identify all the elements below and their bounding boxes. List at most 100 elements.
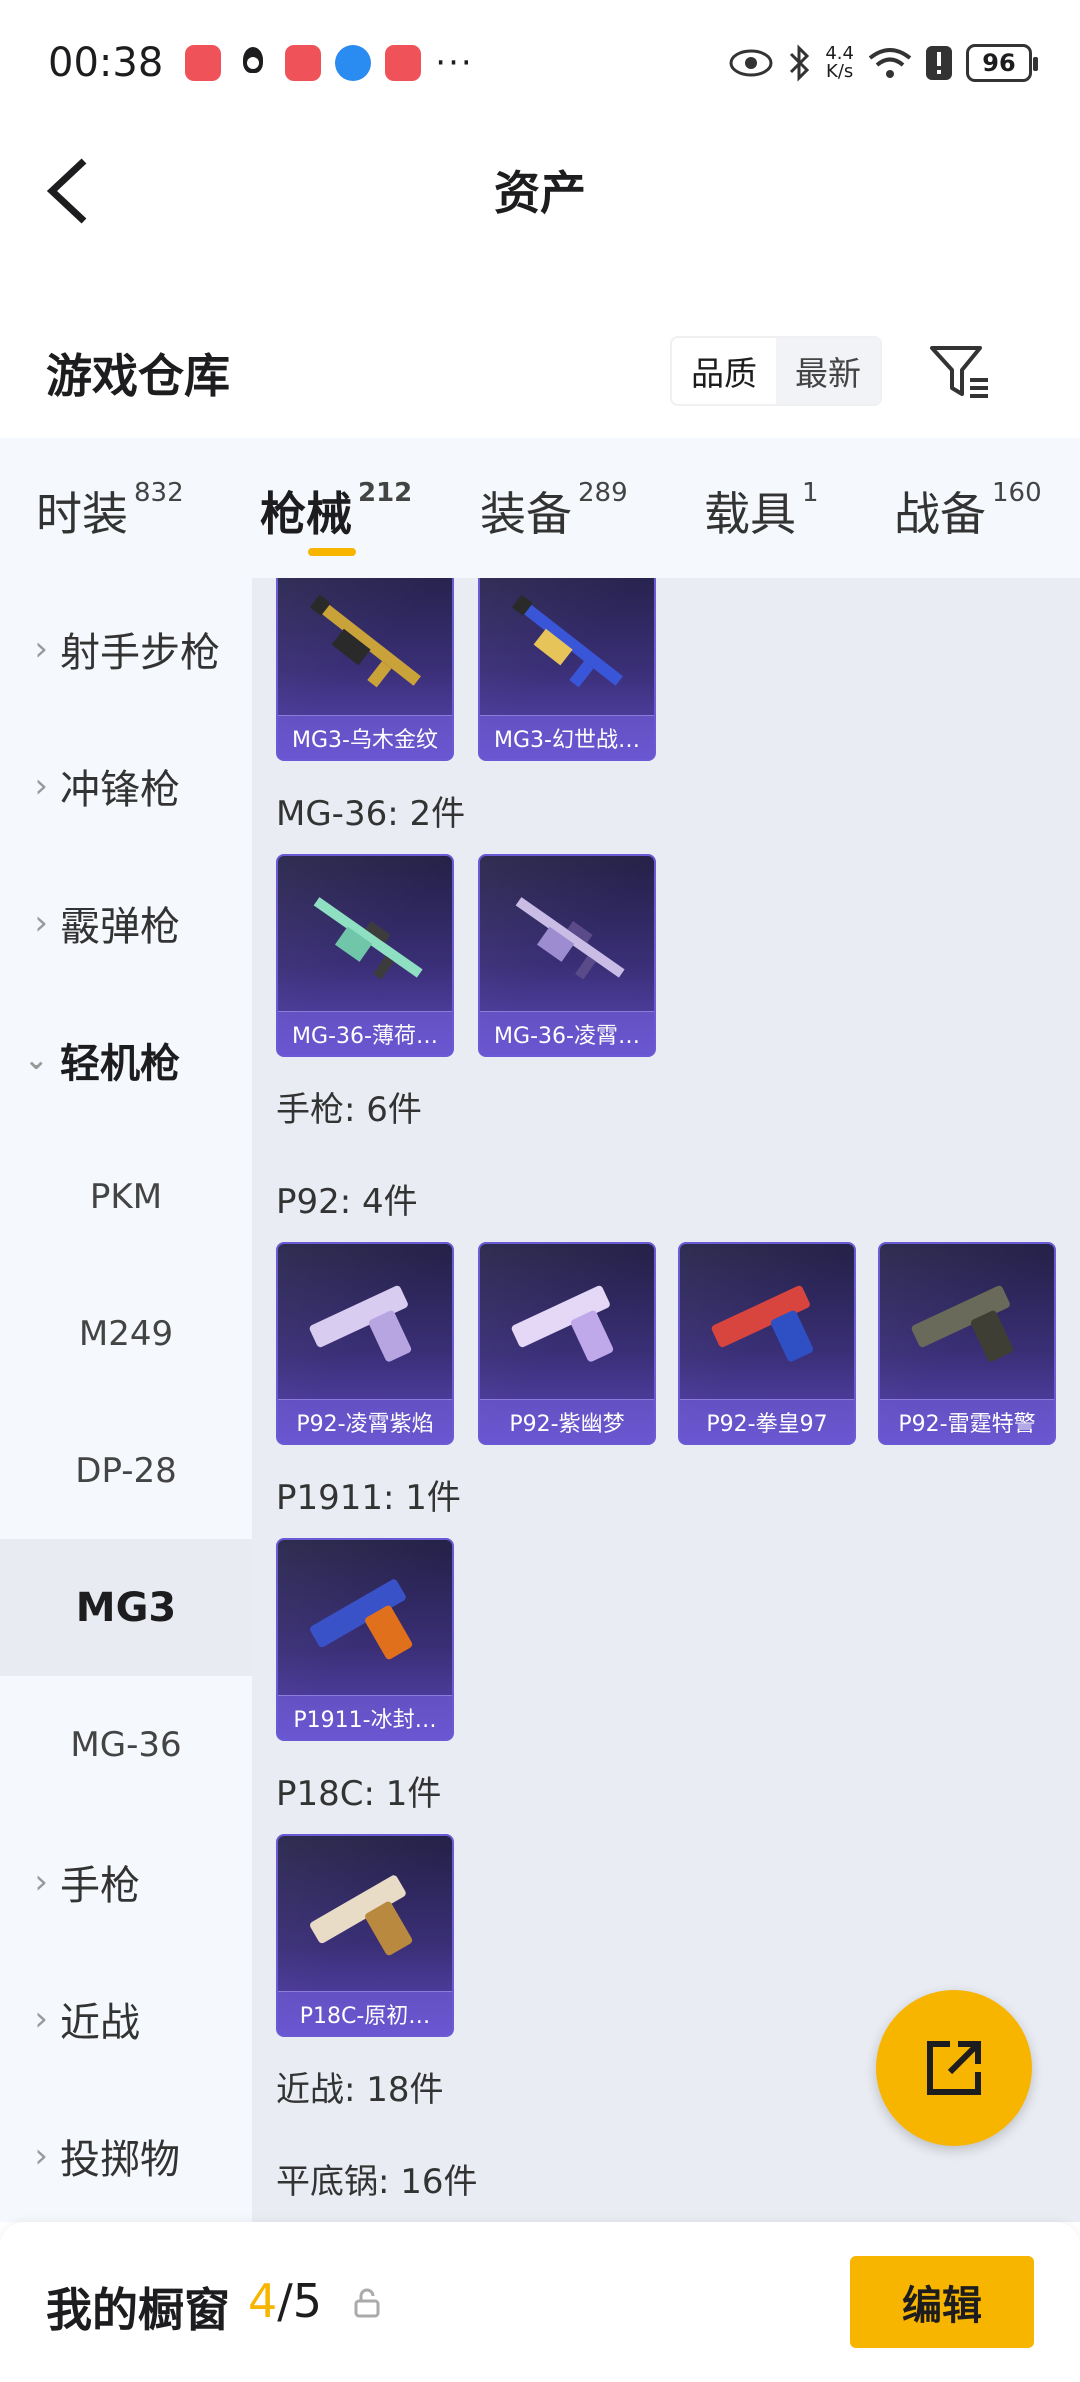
pistol-icon	[911, 1285, 1014, 1362]
sidebar-item-label: 射手步枪	[60, 629, 220, 676]
warehouse-title: 游戏仓库	[46, 349, 230, 403]
item-card-p92-purple-dream[interactable]: P92-紫幽梦	[478, 1242, 656, 1445]
showcase-total: /5	[277, 2274, 323, 2328]
item-card-mg36-lingxiao[interactable]: MG-36-凌霄…	[478, 854, 656, 1057]
item-card-p92-thunder-swat[interactable]: P92-雷霆特警	[878, 1242, 1056, 1445]
item-card-label: P92-雷霆特警	[880, 1399, 1054, 1443]
pistol-icon	[511, 1285, 614, 1362]
item-card-mg3-ebony[interactable]: MG3-乌木金纹	[276, 578, 454, 761]
showcase-current: 4	[248, 2274, 278, 2328]
chevron-right-icon: ›	[34, 1998, 48, 2039]
tab-label: 枪械	[260, 487, 352, 541]
chevron-right-icon: ›	[34, 902, 48, 943]
sidebar-item-label: 近战	[60, 1999, 140, 2046]
rifle-icon	[313, 897, 423, 980]
sidebar-item-lmg[interactable]: ⌄ 轻机枪	[0, 991, 252, 1128]
sidebar-item-melee[interactable]: › 近战	[0, 1950, 252, 2087]
item-card-label: MG3-幻世战…	[480, 715, 654, 759]
tab-label: 载具	[704, 487, 796, 541]
sidebar-item-marksman-rifle[interactable]: › 射手步枪	[0, 580, 252, 717]
warehouse-row: 游戏仓库 品质 最新	[0, 320, 1080, 420]
qq-icon	[235, 44, 272, 81]
item-card-label: MG3-乌木金纹	[278, 715, 452, 759]
sidebar-item-label: 霰弹枪	[60, 903, 180, 950]
sidebar-sub-mg3[interactable]: MG3	[0, 1539, 252, 1676]
tab-count: 160	[992, 478, 1042, 508]
page-title: 资产	[494, 166, 586, 220]
alert-icon	[926, 45, 952, 80]
battery-indicator: 96	[966, 43, 1038, 82]
back-arrow-icon[interactable]	[40, 155, 100, 225]
share-fab-button[interactable]	[876, 1990, 1032, 2146]
showcase-bar: 我的橱窗 4/5 编辑	[0, 2222, 1080, 2382]
pistol-icon	[309, 1285, 412, 1362]
speed-unit: K/s	[826, 60, 854, 82]
nav-header: 资产	[0, 125, 1080, 255]
sort-toggle: 品质 最新	[670, 336, 882, 406]
status-left: 00:38 ···	[48, 40, 474, 86]
tab-equipment[interactable]: 装备 289	[480, 478, 628, 544]
edit-button[interactable]: 编辑	[850, 2256, 1034, 2348]
shopping-app-icon-3	[385, 44, 422, 81]
tab-count: 832	[134, 478, 184, 508]
sidebar-sub-m249[interactable]: M249	[0, 1265, 252, 1402]
network-speed: 4.4 K/s	[825, 44, 854, 82]
item-card-label: P1911-冰封…	[278, 1695, 452, 1739]
sidebar-item-throwable[interactable]: › 投掷物	[0, 2087, 252, 2224]
item-card-label: P92-紫幽梦	[480, 1399, 654, 1443]
chevron-right-icon: ›	[34, 628, 48, 669]
sidebar-item-shotgun[interactable]: › 霰弹枪	[0, 854, 252, 991]
category-tabs: 时装 832 枪械 212 装备 289 载具 1 战备 160	[0, 438, 1080, 578]
sidebar-sub-pkm[interactable]: PKM	[0, 1128, 252, 1265]
item-card-p92-kof97[interactable]: P92-拳皇97	[678, 1242, 856, 1445]
filter-icon[interactable]	[926, 336, 996, 406]
chevron-right-icon: ›	[34, 765, 48, 806]
browser-icon	[335, 44, 372, 81]
item-card-label: P92-凌霄紫焰	[278, 1399, 452, 1443]
item-card-label: MG-36-凌霄…	[480, 1011, 654, 1055]
machine-gun-icon	[511, 594, 623, 688]
shopping-app-icon-2	[285, 44, 322, 81]
item-card-mg3-fantasy[interactable]: MG3-幻世战…	[478, 578, 656, 761]
item-card-p1911-frozen[interactable]: P1911-冰封…	[276, 1538, 454, 1741]
wifi-icon	[868, 47, 912, 78]
tab-combat-gear[interactable]: 战备 160	[894, 478, 1042, 544]
item-grid-panel: MG3-乌木金纹 MG3-幻世战… MG-36: 2件 MG-36-薄荷… MG…	[252, 578, 1080, 2222]
group-header-mg36: MG-36: 2件	[276, 794, 466, 834]
item-card-p92-lingxiao[interactable]: P92-凌霄紫焰	[276, 1242, 454, 1445]
item-card-p18c-origin[interactable]: P18C-原初…	[276, 1834, 454, 2037]
tab-fashion[interactable]: 时装 832	[36, 478, 184, 544]
group-header-pan: 平底锅: 16件	[276, 2162, 478, 2202]
sidebar-item-pistol[interactable]: › 手枪	[0, 1813, 252, 1950]
pistol-icon	[310, 1579, 413, 1660]
tab-label: 装备	[480, 487, 572, 541]
category-sidebar: › 射手步枪 › 冲锋枪 › 霰弹枪 ⌄ 轻机枪 PKM M249 DP-28 …	[0, 578, 252, 2222]
status-time: 00:38	[48, 39, 164, 86]
status-bar: 00:38 ··· 4.4 K/s 96	[0, 0, 1080, 125]
machine-gun-icon	[309, 594, 421, 688]
bluetooth-icon	[790, 43, 810, 82]
item-card-label: P92-拳皇97	[680, 1399, 854, 1443]
lock-icon	[354, 2288, 380, 2318]
group-header-p92: P92: 4件	[276, 1182, 418, 1222]
eye-icon	[729, 49, 773, 76]
sidebar-item-smg[interactable]: › 冲锋枪	[0, 717, 252, 854]
chevron-right-icon: ›	[34, 1861, 48, 1902]
active-tab-indicator	[308, 548, 356, 556]
item-card-label: MG-36-薄荷…	[278, 1011, 452, 1055]
tab-vehicles[interactable]: 载具 1	[704, 478, 819, 544]
sidebar-item-label: 轻机枪	[60, 1040, 180, 1087]
status-right: 4.4 K/s 96	[729, 43, 1038, 82]
more-notifications-icon: ···	[435, 42, 474, 83]
sort-quality-button[interactable]: 品质	[672, 338, 776, 404]
showcase-title: 我的橱窗	[46, 2283, 230, 2337]
tab-firearms[interactable]: 枪械 212	[260, 478, 412, 544]
sidebar-sub-dp28[interactable]: DP-28	[0, 1402, 252, 1539]
sidebar-sub-mg36[interactable]: MG-36	[0, 1676, 252, 1813]
shopping-app-icon	[185, 44, 222, 81]
tab-count: 212	[358, 478, 413, 508]
item-card-mg36-mint[interactable]: MG-36-薄荷…	[276, 854, 454, 1057]
tab-label: 战备	[894, 487, 986, 541]
sort-newest-button[interactable]: 最新	[776, 338, 880, 404]
sidebar-item-label: 投掷物	[60, 2136, 180, 2183]
